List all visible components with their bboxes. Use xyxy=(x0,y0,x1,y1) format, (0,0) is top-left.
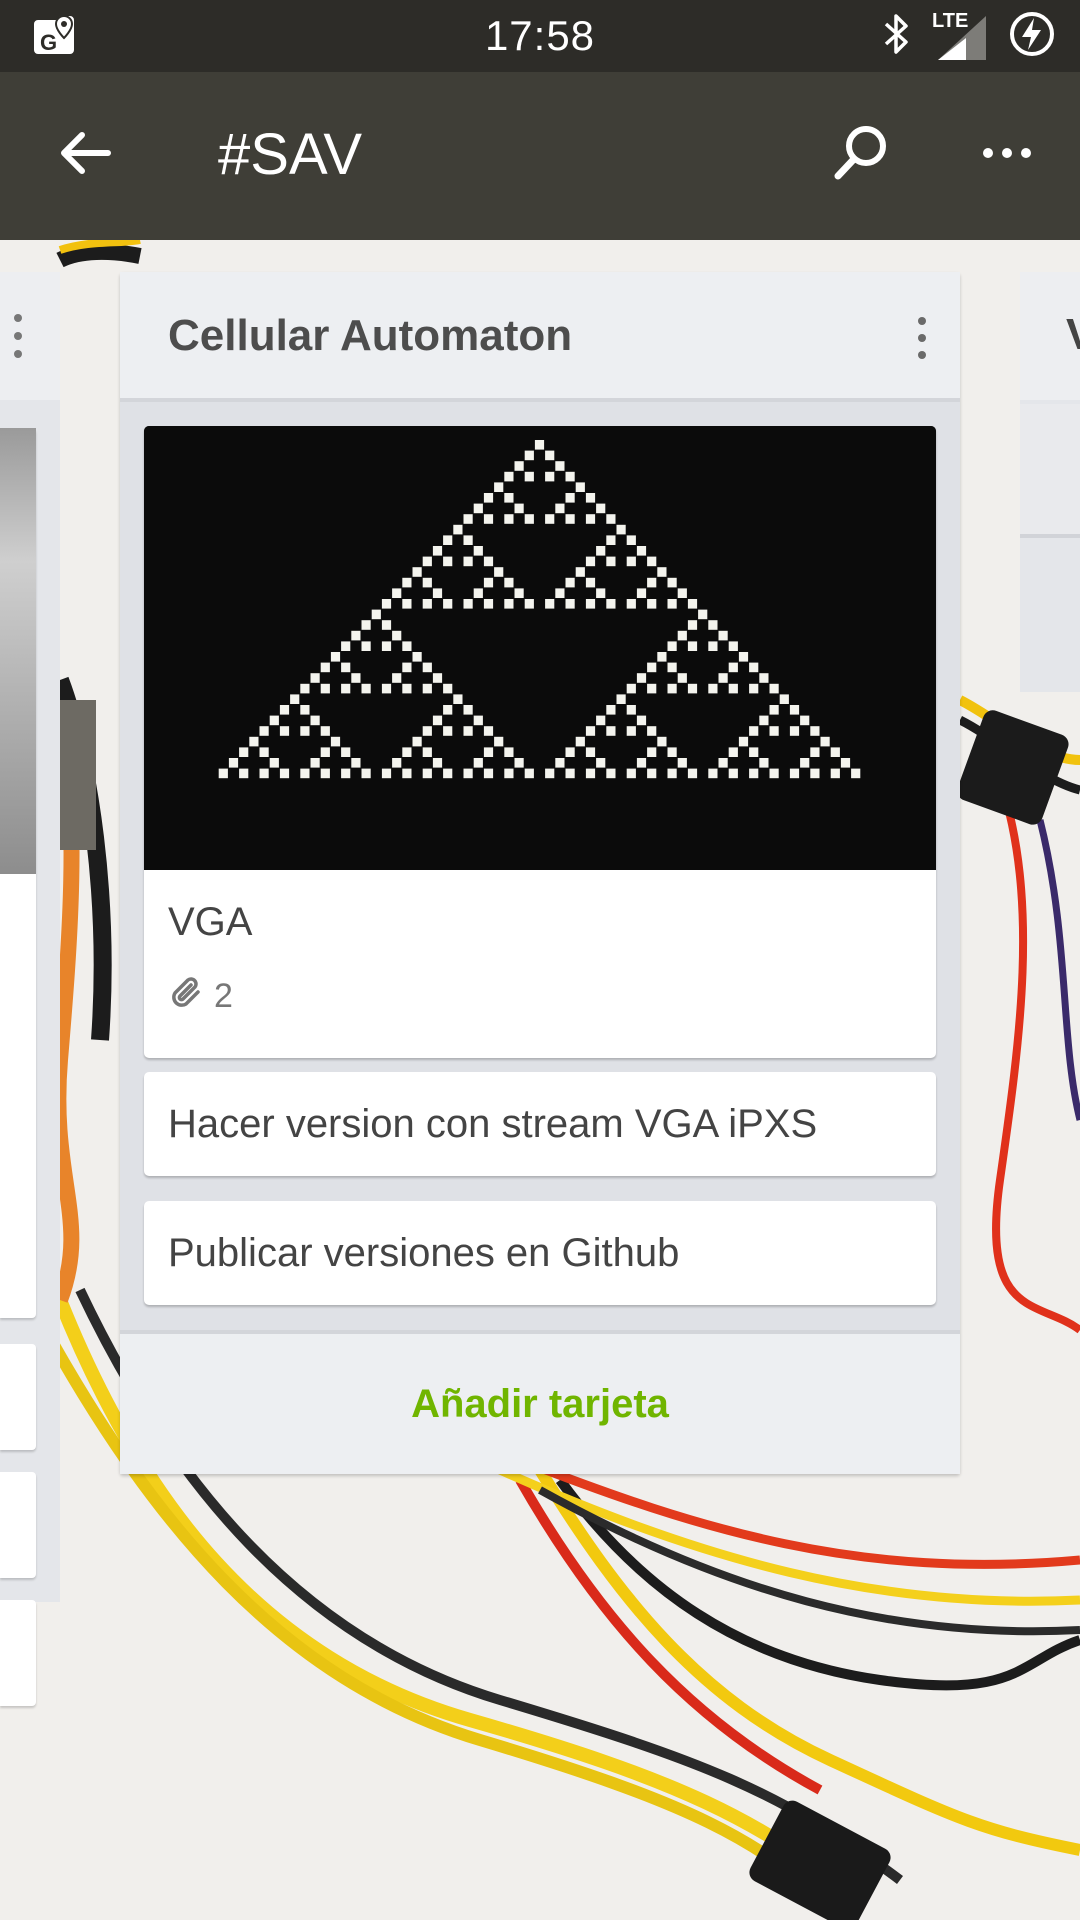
paperclip-icon xyxy=(168,974,208,1019)
search-icon xyxy=(832,124,890,187)
card-title: Publicar versiones en Github xyxy=(168,1231,680,1275)
card-stream-vga[interactable]: Hacer version con stream VGA iPXS xyxy=(144,1072,936,1176)
list-cellular-automaton: Cellular Automaton VGA 2 Hacer version c… xyxy=(120,272,960,1474)
add-card-button[interactable]: Añadir tarjeta xyxy=(120,1330,960,1474)
signal-icon: LTE xyxy=(930,10,990,62)
vertical-dots-icon[interactable] xyxy=(10,312,26,365)
previous-list-card[interactable] xyxy=(0,1344,36,1450)
back-arrow-icon xyxy=(58,131,112,180)
bluetooth-icon xyxy=(882,12,912,61)
previous-list-card-cover xyxy=(0,428,36,874)
battery-charging-icon xyxy=(1008,10,1056,63)
next-list[interactable]: V xyxy=(1020,272,1080,692)
card-vga[interactable]: VGA 2 xyxy=(144,426,936,1058)
next-list-title: V xyxy=(1066,310,1080,360)
maps-notification-icon: G xyxy=(34,12,76,58)
list-header: Cellular Automaton xyxy=(120,272,960,402)
list-menu-button[interactable] xyxy=(902,312,942,368)
previous-list-card[interactable] xyxy=(0,1472,36,1578)
status-bar: G 17:58 LTE xyxy=(0,0,1080,72)
search-button[interactable] xyxy=(826,120,896,190)
card-cover-image xyxy=(144,426,936,870)
add-card-label: Añadir tarjeta xyxy=(411,1381,669,1426)
previous-list[interactable] xyxy=(0,272,60,1706)
app-bar: #SAV xyxy=(0,72,1080,240)
svg-text:G: G xyxy=(40,30,57,55)
previous-list-header xyxy=(0,272,60,400)
more-horizontal-icon xyxy=(982,146,1032,164)
board-title: #SAV xyxy=(218,122,363,187)
vertical-dots-icon xyxy=(916,316,928,365)
card-title: VGA xyxy=(168,900,253,944)
next-list-header: V xyxy=(1020,272,1080,400)
card-publicar-github[interactable]: Publicar versiones en Github xyxy=(144,1201,936,1305)
card-title: Hacer version con stream VGA iPXS xyxy=(168,1102,818,1146)
more-options-button[interactable] xyxy=(972,120,1042,190)
status-time: 17:58 xyxy=(484,12,596,59)
attachment-count: 2 xyxy=(214,976,233,1015)
next-list-card[interactable] xyxy=(1020,404,1080,538)
attachments-badge: 2 xyxy=(168,974,233,1018)
list-title[interactable]: Cellular Automaton xyxy=(168,308,572,364)
previous-list-card[interactable] xyxy=(0,1600,36,1706)
back-button[interactable] xyxy=(50,120,120,190)
